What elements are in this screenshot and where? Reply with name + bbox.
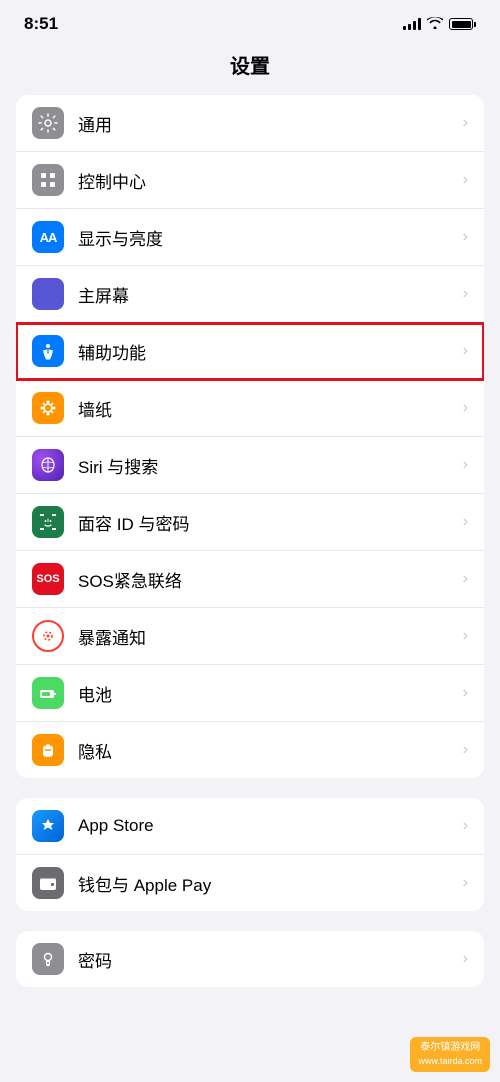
settings-item-qianbao[interactable]: 钱包与 Apple Pay › xyxy=(16,855,484,911)
mima-chevron: › xyxy=(463,950,468,968)
battery-icon xyxy=(449,18,476,30)
settings-item-kongzhi[interactable]: 控制中心 › xyxy=(16,152,484,209)
mianrong-icon xyxy=(32,506,64,538)
sos-icon: SOS xyxy=(32,563,64,595)
baolu-label: 暴露通知 xyxy=(78,624,455,649)
settings-item-xianshi[interactable]: AA 显示与亮度 › xyxy=(16,209,484,266)
watermark-line1: 泰尔镇游戏网 xyxy=(418,1041,482,1055)
settings-item-appstore[interactable]: App Store › xyxy=(16,798,484,855)
settings-item-sos[interactable]: SOS SOS紧急联络 › xyxy=(16,551,484,608)
tongyong-label: 通用 xyxy=(78,111,455,136)
status-icons xyxy=(403,16,476,32)
settings-item-zhupingmu[interactable]: 主屏幕 › xyxy=(16,266,484,323)
zhupingmu-chevron: › xyxy=(463,285,468,303)
watermark-line2: www.tairda.com xyxy=(418,1055,482,1068)
qianbao-icon xyxy=(32,867,64,899)
diandian-label: 电池 xyxy=(78,681,455,706)
wifi-icon xyxy=(427,16,443,32)
qianbao-chevron: › xyxy=(463,874,468,892)
settings-section-1: 通用 › 控制中心 › AA 显示与亮度 › xyxy=(16,95,484,778)
settings-item-bizhi[interactable]: 墙纸 › xyxy=(16,380,484,437)
settings-item-yinsi[interactable]: 隐私 › xyxy=(16,722,484,778)
yinsi-icon xyxy=(32,734,64,766)
kongzhi-chevron: › xyxy=(463,171,468,189)
qianbao-label: 钱包与 Apple Pay xyxy=(78,871,455,896)
fuzhu-icon xyxy=(32,335,64,367)
siri-icon xyxy=(32,449,64,481)
settings-item-tongyong[interactable]: 通用 › xyxy=(16,95,484,152)
diandian-icon xyxy=(32,677,64,709)
mianrong-label: 面容 ID 与密码 xyxy=(78,510,455,535)
siri-label: Siri 与搜索 xyxy=(78,453,455,478)
signal-icon xyxy=(403,18,421,30)
appstore-icon xyxy=(32,810,64,842)
status-bar: 8:51 xyxy=(0,0,500,42)
kongzhi-label: 控制中心 xyxy=(78,168,455,193)
fuzhu-chevron: › xyxy=(463,342,468,360)
appstore-chevron: › xyxy=(463,817,468,835)
mima-label: 密码 xyxy=(78,947,455,972)
baolu-icon xyxy=(32,620,64,652)
settings-item-mima[interactable]: 密码 › xyxy=(16,931,484,987)
yinsi-chevron: › xyxy=(463,741,468,759)
bizhi-label: 墙纸 xyxy=(78,396,455,421)
zhupingmu-icon xyxy=(32,278,64,310)
mima-icon xyxy=(32,943,64,975)
sos-chevron: › xyxy=(463,570,468,588)
sos-label: SOS紧急联络 xyxy=(78,567,455,592)
baolu-chevron: › xyxy=(463,627,468,645)
status-time: 8:51 xyxy=(24,14,58,34)
bizhi-icon xyxy=(32,392,64,424)
diandian-chevron: › xyxy=(463,684,468,702)
settings-item-mianrong[interactable]: 面容 ID 与密码 › xyxy=(16,494,484,551)
appstore-label: App Store xyxy=(78,816,455,836)
settings-section-2: App Store › 钱包与 Apple Pay › xyxy=(16,798,484,911)
tongyong-icon xyxy=(32,107,64,139)
fuzhu-label: 辅助功能 xyxy=(78,339,455,364)
settings-item-baolu[interactable]: 暴露通知 › xyxy=(16,608,484,665)
settings-item-diandian[interactable]: 电池 › xyxy=(16,665,484,722)
xianshi-icon: AA xyxy=(32,221,64,253)
page-title: 设置 xyxy=(0,42,500,95)
settings-item-siri[interactable]: Siri 与搜索 › xyxy=(16,437,484,494)
bizhi-chevron: › xyxy=(463,399,468,417)
settings-section-3: 密码 › xyxy=(16,931,484,987)
kongzhi-icon xyxy=(32,164,64,196)
zhupingmu-label: 主屏幕 xyxy=(78,282,455,307)
mianrong-chevron: › xyxy=(463,513,468,531)
tongyong-chevron: › xyxy=(463,114,468,132)
settings-item-fuzhu[interactable]: 辅助功能 › xyxy=(16,323,484,380)
xianshi-chevron: › xyxy=(463,228,468,246)
siri-chevron: › xyxy=(463,456,468,474)
xianshi-label: 显示与亮度 xyxy=(78,225,455,250)
watermark: 泰尔镇游戏网 www.tairda.com xyxy=(410,1037,490,1072)
yinsi-label: 隐私 xyxy=(78,738,455,763)
